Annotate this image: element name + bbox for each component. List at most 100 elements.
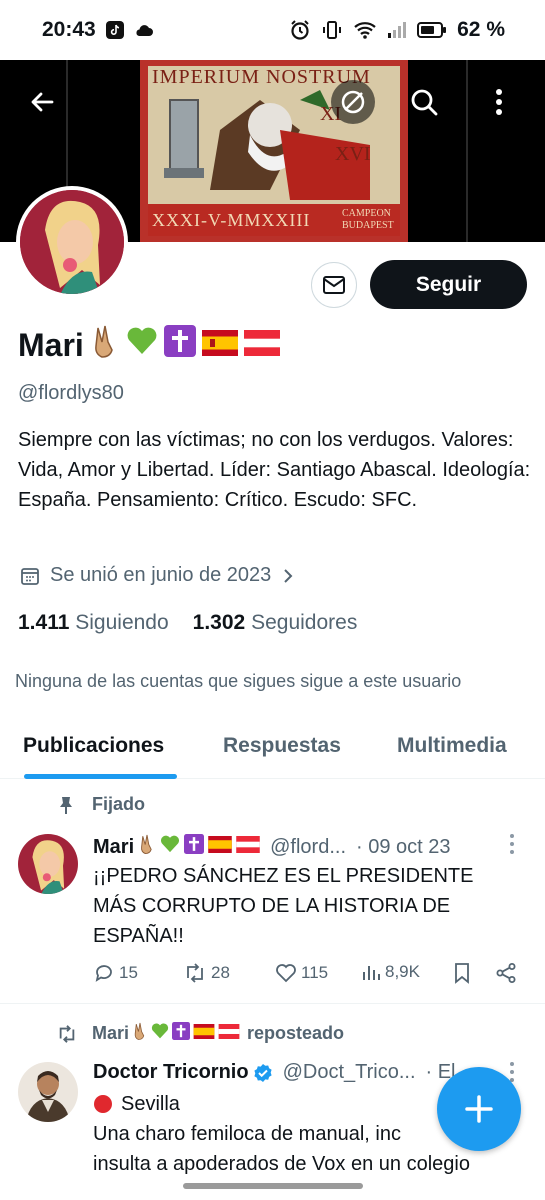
victory-hand-emoji <box>132 1021 148 1046</box>
following-count: 1.411 <box>18 611 70 634</box>
status-bar: 20:43 62 % <box>0 0 545 60</box>
search-icon <box>411 89 438 116</box>
alarm-icon <box>289 19 311 41</box>
tweet-text-line: insulta a apoderados de Vox en un colegi… <box>93 1153 470 1175</box>
search-button[interactable] <box>402 80 446 124</box>
repost-context: Mari reposteado <box>56 1021 344 1046</box>
clock: 20:43 <box>42 18 96 41</box>
profile-avatar[interactable] <box>16 186 128 298</box>
tweet-author-name[interactable]: Doctor Tricornio <box>93 1061 249 1084</box>
share-button[interactable] <box>495 962 517 984</box>
home-indicator[interactable] <box>183 1183 363 1189</box>
cloud-icon <box>134 23 154 37</box>
tweet-author-name[interactable]: Mari <box>93 836 134 859</box>
message-button[interactable] <box>311 262 357 308</box>
compose-button[interactable] <box>437 1067 521 1151</box>
bookmark-icon <box>455 963 469 984</box>
views-button[interactable]: 8,9K <box>361 962 420 982</box>
more-vertical-icon <box>510 834 514 854</box>
following-link[interactable]: 1.411 Siguiendo <box>18 611 169 635</box>
austria-flag-emoji <box>236 835 260 859</box>
repost-count: 28 <box>211 963 230 982</box>
bookmark-button[interactable] <box>453 962 471 984</box>
pin-icon <box>60 796 72 814</box>
more-vertical-icon <box>496 89 502 115</box>
austria-flag-emoji <box>243 327 280 364</box>
mutual-followers-text: Ninguna de las cuentas que sigues sigue … <box>15 671 462 691</box>
grok-icon <box>341 90 365 114</box>
like-count: 115 <box>301 963 329 982</box>
follow-button[interactable]: Seguir <box>370 260 527 309</box>
banner-small-text: BUDAPEST <box>342 220 394 231</box>
tab-multimedia[interactable]: Multimedia <box>397 722 507 758</box>
like-button[interactable]: 115 <box>275 962 328 984</box>
followers-label: Seguidores <box>251 611 358 634</box>
tweet-text: ¡¡PEDRO SÁNCHEZ ES EL PRESIDENTE MÁS COR… <box>93 865 474 947</box>
tweet-avatar[interactable] <box>18 1062 78 1122</box>
battery-percent: 62 % <box>457 18 505 41</box>
svg-text:XVI: XVI <box>335 143 371 165</box>
vibrate-icon <box>321 19 343 41</box>
reply-count: 15 <box>119 963 138 982</box>
banner-bottom-text: XXXI-V-MMXXIII <box>152 210 311 230</box>
following-label: Siguiendo <box>75 611 169 634</box>
plus-icon <box>465 1095 493 1123</box>
pinned-label: Fijado <box>56 794 145 815</box>
repost-context-name[interactable]: Mari <box>92 1023 129 1044</box>
spain-flag-emoji <box>208 835 232 859</box>
victory-hand-emoji <box>138 833 156 861</box>
back-button[interactable] <box>20 80 64 124</box>
tweet-location: Sevilla <box>121 1093 180 1115</box>
profile-tabs: Publicaciones Respuestas Multimedia <box>0 722 545 779</box>
joined-date[interactable]: Se unió en junio de 2023 <box>20 564 295 587</box>
mail-icon <box>323 276 345 294</box>
repost-button[interactable]: 28 <box>183 962 230 984</box>
green-heart-emoji <box>126 326 158 364</box>
chevron-right-icon <box>284 568 293 583</box>
spain-flag-emoji <box>193 1023 215 1044</box>
views-count: 8,9K <box>385 962 420 981</box>
tab-publicaciones[interactable]: Publicaciones <box>23 722 164 758</box>
more-options-button[interactable] <box>477 80 521 124</box>
joined-text: Se unió en junio de 2023 <box>50 564 272 586</box>
victory-hand-emoji <box>90 324 120 366</box>
heart-icon <box>276 964 296 983</box>
profile-handle: @flordlys80 <box>18 382 124 404</box>
green-heart-emoji <box>151 1022 169 1045</box>
followers-count: 1.302 <box>192 611 246 634</box>
tweet-header: Mari @flord... · 09 oct 23 <box>93 833 451 861</box>
reply-icon <box>95 965 112 982</box>
tweet-date: · 09 oct 23 <box>356 835 451 858</box>
verified-badge-icon <box>253 1063 273 1083</box>
followers-link[interactable]: 1.302 Seguidores <box>193 611 358 635</box>
share-icon <box>496 963 516 983</box>
wifi-icon <box>353 20 377 40</box>
latin-cross-emoji <box>184 834 205 860</box>
signal-icon <box>387 21 407 39</box>
repost-icon <box>187 963 203 983</box>
tweet-actions: 15 28 115 8,9K <box>93 962 523 990</box>
avatar-image <box>20 190 124 294</box>
green-heart-emoji <box>160 834 180 860</box>
tab-respuestas[interactable]: Respuestas <box>223 722 341 758</box>
austria-flag-emoji <box>218 1023 240 1044</box>
tweet-divider <box>0 1003 545 1004</box>
latin-cross-emoji <box>172 1022 191 1045</box>
tweet-more-button[interactable] <box>508 833 516 861</box>
calendar-icon <box>21 567 39 585</box>
grok-button[interactable] <box>331 80 375 124</box>
profile-bio: Siempre con las víctimas; no con los ver… <box>18 429 531 511</box>
tweet-handle: @Doct_Trico... <box>282 1061 416 1083</box>
repost-context-label: reposteado <box>247 1023 345 1043</box>
latin-cross-emoji <box>163 325 196 365</box>
profile-name-row: Mari <box>18 324 280 366</box>
active-tab-indicator <box>24 774 177 779</box>
arrow-left-icon <box>31 92 54 112</box>
tweet-avatar[interactable] <box>18 834 78 894</box>
red-circle-emoji <box>94 1095 112 1113</box>
pinned-text: Fijado <box>92 794 145 814</box>
spain-flag-emoji <box>201 327 238 364</box>
tiktok-icon <box>105 21 124 39</box>
banner-divider <box>466 60 468 242</box>
reply-button[interactable]: 15 <box>93 962 138 984</box>
